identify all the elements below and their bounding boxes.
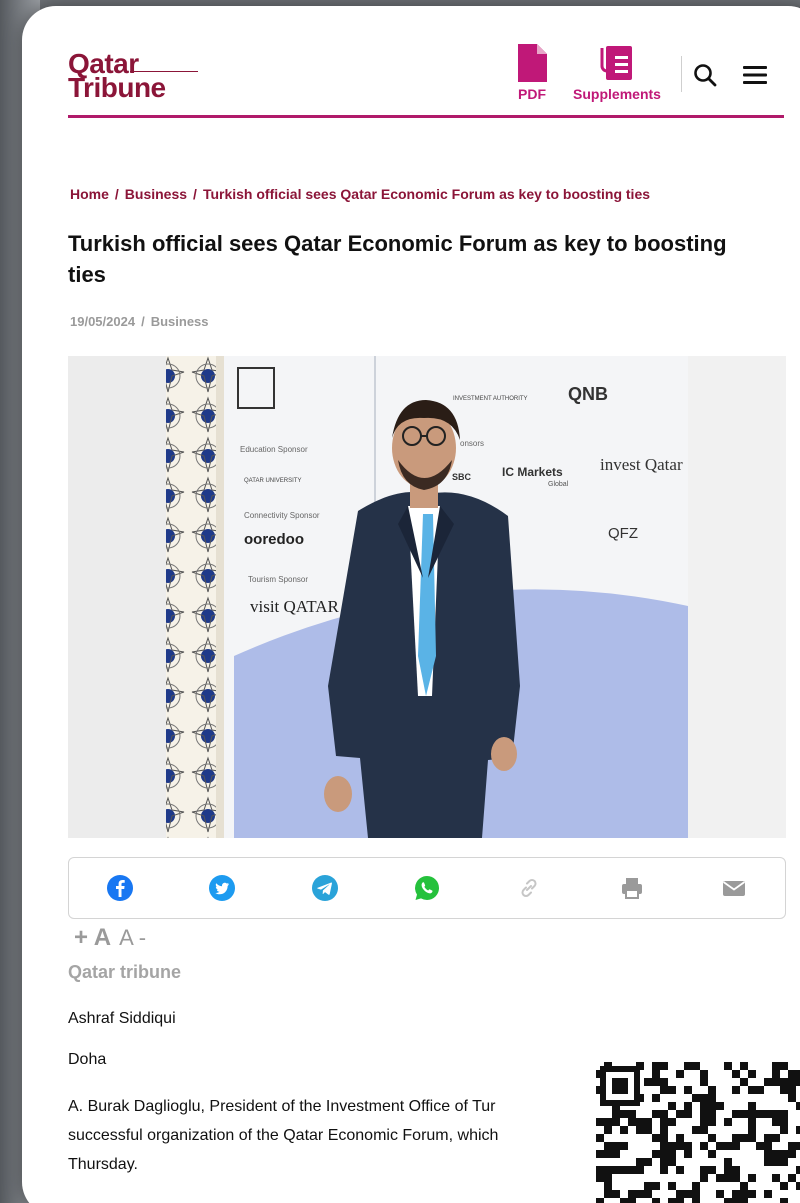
photo-text-sbc: SBC [452,472,472,482]
body-line: A. Burak Daglioglu, President of the Inv… [68,1098,496,1115]
telegram-icon [311,875,338,901]
supplements-button[interactable]: Supplements [562,44,672,102]
article-category[interactable]: Business [151,314,209,329]
article-title: Turkish official sees Qatar Economic For… [68,231,727,287]
link-icon [521,878,537,898]
breadcrumb-section[interactable]: Business [125,186,187,202]
article-body: A. Burak Daglioglu, President of the Inv… [68,1092,574,1184]
photo-text-education-sponsor: Education Sponsor [240,445,308,454]
photo-text-sponsors: onsors [460,439,484,448]
pdf-label: PDF [518,86,546,102]
breadcrumb-separator: / [193,186,197,202]
breadcrumb-current: Turkish official sees Qatar Economic For… [202,186,651,202]
photo-text-invest-qatar: invest Qatar [600,455,683,474]
body-line: Thursday. [68,1156,138,1173]
whatsapp-icon [415,876,439,900]
supplements-label: Supplements [573,86,661,102]
pdf-button[interactable]: PDF [512,44,552,102]
supplements-icon [600,46,632,80]
share-email-button[interactable] [718,872,750,904]
breadcrumb-separator: / [114,186,119,202]
photo-text-connectivity-sponsor: Connectivity Sponsor [244,511,320,520]
photo-text-qfz: QFZ [608,525,638,542]
printer-icon [621,878,642,899]
body-line: successful organization of the Qatar Eco… [68,1127,499,1144]
share-bar [68,857,786,919]
site-logo[interactable]: Qatar Tribune [68,50,198,103]
font-decrease-button[interactable]: A - [119,925,146,951]
font-increase-button[interactable]: + A [74,924,111,952]
article-location: Doha [68,1051,107,1068]
article-source: Qatar tribune [68,962,182,982]
photo-text-tourism-sponsor: Tourism Sponsor [248,575,308,584]
copy-link-button[interactable] [513,872,545,904]
share-telegram-button[interactable] [309,872,341,904]
qr-code-image [596,1062,800,1203]
article-author: Ashraf Siddiqui [68,1010,176,1027]
font-size-controls: + A A - [74,924,146,952]
header-divider [681,56,682,92]
mail-icon [722,881,745,896]
site-header: Qatar Tribune PDF Supplements [68,40,784,118]
photo-text-global: Global [548,481,569,488]
menu-button[interactable] [742,64,768,88]
photo-illustration: Education Sponsor QATAR UNIVERSITY Conne… [68,356,786,838]
photo-text-ooredoo: ooredoo [244,531,304,548]
breadcrumb: Home / Business / Turkish official sees Qata… [70,186,650,202]
share-facebook-button[interactable] [104,872,136,904]
photo-text-icmarkets: IC Markets [502,465,563,479]
qr-code [596,1062,800,1203]
photo-text-qatar-university: QATAR UNIVERSITY [244,478,301,484]
article-date: 19/05/2024 [70,314,136,329]
photo-text-investment-authority: INVESTMENT AUTHORITY [453,396,528,402]
meta-separator: / [141,314,145,329]
photo-text-visit-qatar: visit QATAR [250,597,340,616]
search-icon [694,64,717,87]
hamburger-menu-icon [743,66,767,84]
share-twitter-button[interactable] [206,872,238,904]
logo-line-2: Tribune [68,72,166,103]
share-whatsapp-button[interactable] [411,872,443,904]
breadcrumb-home[interactable]: Home [70,186,109,202]
article-meta: 19/05/2024 / Business [70,314,209,329]
twitter-icon [209,875,236,901]
article-photo: Education Sponsor QATAR UNIVERSITY Conne… [68,356,786,838]
logo-rule [130,71,198,72]
facebook-icon [107,875,134,901]
search-button[interactable] [692,62,718,88]
photo-text-qnb: QNB [568,384,608,404]
pdf-icon [518,44,547,82]
print-button[interactable] [616,872,648,904]
